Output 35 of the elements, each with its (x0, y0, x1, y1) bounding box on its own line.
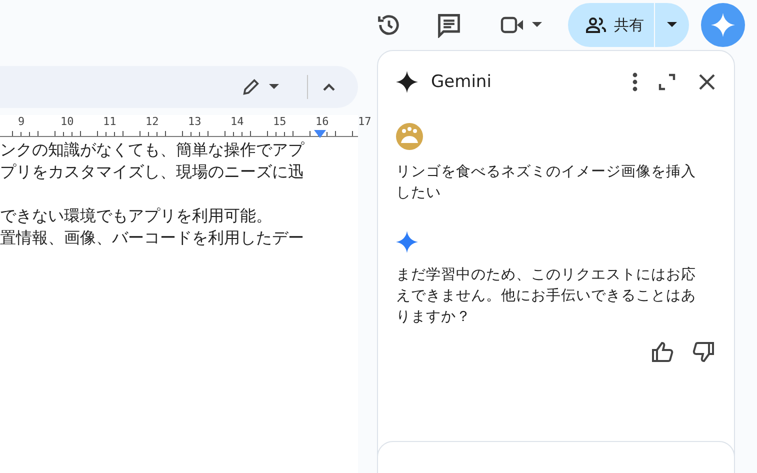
sparkle-icon (711, 13, 735, 37)
sparkle-icon (396, 71, 418, 93)
ruler-number: 16 (316, 115, 330, 128)
ruler-number: 13 (188, 115, 202, 128)
expand-icon[interactable] (658, 73, 676, 91)
ruler-number: 14 (230, 115, 245, 128)
caret-icon (532, 22, 542, 28)
ruler-number: 15 (273, 115, 288, 128)
ruler-number: 11 (103, 115, 118, 128)
more-options-icon[interactable] (632, 72, 638, 92)
comment-icon[interactable] (436, 12, 462, 38)
ruler-number: 10 (60, 115, 75, 128)
user-message: リンゴを食べるネズミのイメージ画像を挿入したい (396, 163, 697, 203)
video-call-button[interactable] (500, 14, 542, 36)
sparkle-icon (396, 231, 418, 253)
document-text: 置情報、画像、バーコードを利用したデー (0, 227, 305, 249)
panel-title: Gemini (431, 72, 492, 92)
pencil-icon (241, 77, 261, 97)
user-avatar (396, 123, 423, 150)
history-icon[interactable] (376, 12, 402, 38)
ruler-number: 9 (18, 115, 26, 128)
people-icon (586, 17, 606, 33)
editing-mode-button[interactable] (241, 77, 279, 97)
collapse-chevron-icon[interactable] (322, 82, 336, 92)
caret-icon (269, 84, 279, 90)
response-message: まだ学習中のため、このリクエストにはお応えできません。他にお手伝いできることはありますか？ (396, 266, 697, 327)
gemini-button[interactable] (701, 3, 745, 47)
ruler-number: 17 (358, 115, 372, 128)
ruler-number: 12 (146, 115, 160, 128)
document-text: プリをカスタマイズし、現場のニーズに迅 (0, 161, 305, 183)
document-text: できない環境でもアプリを利用可能。 (0, 205, 273, 227)
close-icon[interactable] (698, 73, 716, 91)
thumbs-up-icon[interactable] (652, 342, 674, 362)
document-text: ンクの知識がなくても、簡単な操作でアプ (0, 139, 306, 161)
thumbs-down-icon[interactable] (692, 342, 714, 362)
